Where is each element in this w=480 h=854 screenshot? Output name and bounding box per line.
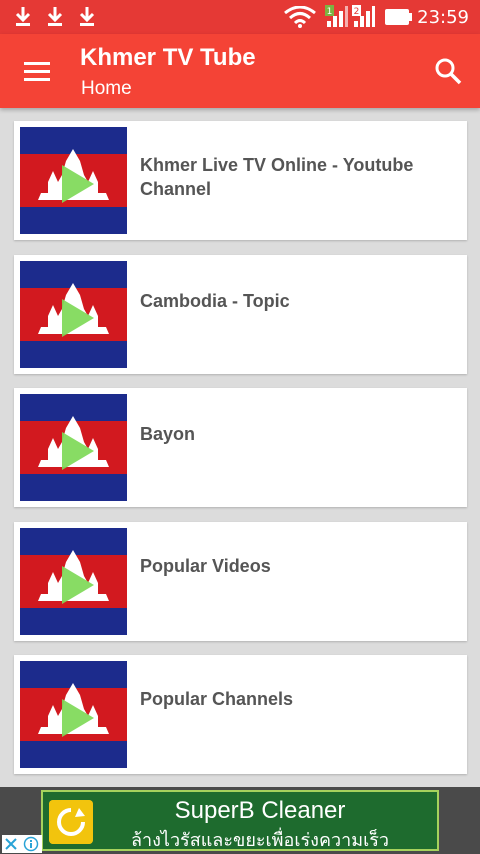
search-icon[interactable] — [433, 56, 463, 86]
ad-banner[interactable]: SuperB Cleaner ล้างไวรัสและขยะเพื่อเร่งค… — [41, 790, 439, 851]
svg-text:2: 2 — [354, 7, 360, 17]
battery-icon — [385, 9, 412, 25]
download-icon — [47, 7, 63, 26]
signal-sim1-icon: 1 — [325, 5, 348, 27]
list-item[interactable]: Popular Videos — [14, 522, 467, 641]
list-item-label: Bayon — [140, 424, 196, 444]
list-item-label: Khmer Live TV Online - Youtube Channel — [140, 155, 414, 199]
cambodia-flag-play-icon — [20, 394, 127, 501]
svg-text:1: 1 — [327, 7, 333, 17]
download-icon — [79, 7, 95, 26]
status-time: 23:59 — [417, 7, 469, 28]
cambodia-flag-play-icon — [20, 127, 127, 234]
status-bar: 1 2 23:59 — [0, 0, 480, 34]
cambodia-flag-play-icon — [20, 661, 127, 768]
app-bar: Khmer TV Tube Home — [0, 34, 480, 108]
signal-sim2-icon: 2 — [352, 5, 375, 27]
ad-subtitle: ล้างไวรัสและขยะเพื่อเร่งความเร็ว — [130, 830, 390, 850]
list-item[interactable]: Popular Channels — [14, 655, 467, 774]
app-subtitle: Home — [81, 78, 132, 99]
info-icon[interactable] — [23, 836, 39, 852]
wifi-icon — [284, 6, 316, 28]
list-item-label: Popular Channels — [140, 689, 294, 709]
ad-choices[interactable] — [2, 835, 42, 853]
list-item[interactable]: Bayon — [14, 388, 467, 507]
ad-title: SuperB Cleaner — [174, 797, 346, 824]
ad-container: SuperB Cleaner ล้างไวรัสและขยะเพื่อเร่งค… — [0, 787, 480, 854]
list-item[interactable]: Khmer Live TV Online - Youtube Channel — [14, 121, 467, 240]
list-item-label: Popular Videos — [140, 556, 271, 576]
download-icon — [15, 7, 31, 26]
cambodia-flag-play-icon — [20, 528, 127, 635]
app-title: Khmer TV Tube — [80, 44, 256, 71]
cambodia-flag-play-icon — [20, 261, 127, 368]
hamburger-menu-icon[interactable] — [22, 58, 52, 84]
list-item-label: Cambodia - Topic — [140, 291, 290, 311]
close-icon[interactable] — [4, 837, 18, 851]
list-item[interactable]: Cambodia - Topic — [14, 255, 467, 374]
